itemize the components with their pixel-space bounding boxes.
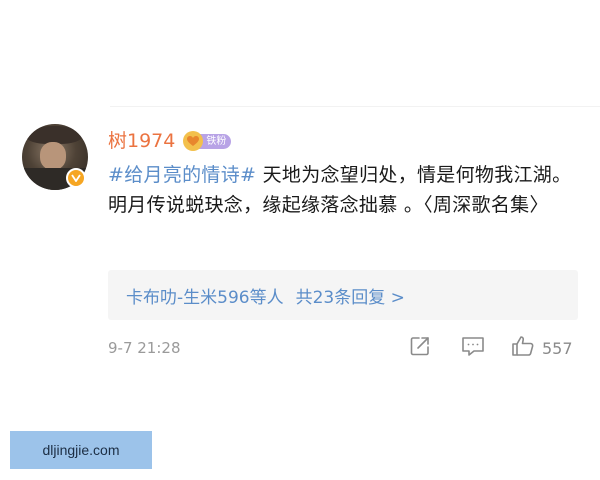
watermark: dljingjie.com [10,431,152,469]
fan-badge[interactable]: 铁粉 [183,131,232,151]
thumbs-up-icon [510,334,536,362]
replies-preview[interactable]: 卡布叻-生米596 等人 共23条回复 > [108,270,578,320]
like-count: 557 [542,338,573,358]
share-button[interactable] [408,336,432,360]
share-icon [408,334,432,362]
reply-author-suffix: 等人 [249,287,284,308]
reply-count-link[interactable]: 共23条回复 > [296,283,405,308]
reply-author-link[interactable]: 卡布叻-生米596 [126,283,250,308]
comment-timestamp: 9-7 21:28 [108,339,181,357]
username[interactable]: 树1974 [108,128,175,154]
avatar-face [40,142,66,170]
like-button[interactable]: 557 [510,336,573,360]
divider [110,106,600,107]
comment-icon [460,334,486,362]
verified-badge-icon [66,168,86,188]
hashtag-link[interactable]: #给月亮的情诗# [108,164,256,186]
comment-button[interactable] [460,336,486,360]
watermark-text: dljingjie.com [42,442,120,458]
comment-text: #给月亮的情诗# 天地为念望归处，情是何物我江湖。明月传说蜕玦念，缘起缘落念拙慕… [108,160,586,220]
comment-header: 树1974 铁粉 [108,128,232,154]
